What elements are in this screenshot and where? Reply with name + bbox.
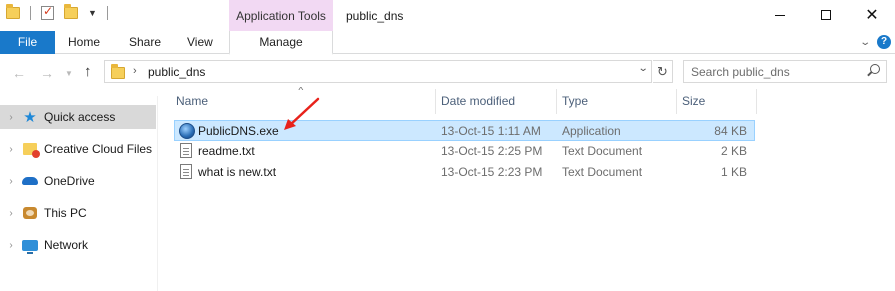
tab-share[interactable]: Share [129, 31, 161, 54]
file-type: Application [562, 124, 621, 138]
breadcrumb-separator-icon[interactable]: › [133, 65, 137, 77]
column-header-name[interactable]: Name [176, 89, 208, 114]
sidebar-item-network[interactable]: › Network [0, 233, 156, 257]
window-title: public_dns [346, 9, 404, 23]
sidebar-item-quick-access[interactable]: › ★ Quick access [0, 105, 156, 129]
creative-cloud-icon [22, 141, 40, 158]
file-name: PublicDNS.exe [198, 124, 279, 138]
quick-access-toolbar: ▼ [6, 4, 108, 20]
properties-icon[interactable] [41, 4, 54, 20]
customize-toolbar-arrow-icon[interactable]: ▼ [88, 8, 97, 18]
sidebar-item-label: Network [44, 238, 89, 252]
title-bar: ▼ Application Tools public_dns ✕ [0, 0, 895, 31]
navigation-pane: › ★ Quick access › Creative Cloud Files … [0, 96, 158, 291]
new-folder-icon[interactable] [64, 4, 78, 19]
this-pc-icon [22, 205, 38, 221]
minimize-button[interactable] [757, 0, 803, 30]
forward-arrow-icon[interactable]: → [40, 65, 54, 81]
file-size: 2 KB [720, 144, 747, 158]
search-input[interactable] [684, 61, 854, 82]
sidebar-item-this-pc[interactable]: › This PC [0, 201, 156, 225]
window-controls: ✕ [757, 0, 895, 31]
sort-ascending-caret-icon: ^ [298, 86, 304, 95]
column-divider[interactable] [556, 89, 557, 114]
file-size: 84 KB [714, 124, 747, 138]
star-icon: ★ [23, 109, 37, 126]
file-date-modified: 13-Oct-15 2:23 PM [441, 165, 543, 179]
file-list: ^ Name Date modified Type Size PublicDNS… [170, 86, 895, 291]
expand-chevron-icon[interactable]: › [2, 208, 20, 219]
expand-chevron-icon[interactable]: › [2, 112, 20, 123]
ribbon-tabs: File Home Share View Manage [0, 31, 895, 55]
file-date-modified: 13-Oct-15 1:11 AM [441, 124, 541, 138]
navigation-bar: ← → ▼ ↑ › public_dns ⌄ ↻ [0, 55, 895, 89]
column-divider[interactable] [676, 89, 677, 114]
file-name: readme.txt [198, 144, 255, 158]
expand-ribbon-chevron-icon[interactable]: ⌄ [859, 37, 871, 48]
up-arrow-icon[interactable]: ↑ [84, 63, 92, 80]
address-dropdown-chevron-icon[interactable]: ⌄ [637, 63, 648, 74]
text-document-icon [180, 143, 192, 158]
table-row[interactable]: PublicDNS.exe 13-Oct-15 1:11 AM Applicat… [174, 120, 755, 141]
file-date-modified: 13-Oct-15 2:25 PM [441, 144, 543, 158]
expand-chevron-icon[interactable]: › [2, 144, 20, 155]
minimize-icon [775, 14, 785, 16]
file-type: Text Document [562, 165, 643, 179]
folder-icon[interactable] [6, 4, 20, 19]
tab-file[interactable]: File [0, 31, 55, 54]
close-button[interactable]: ✕ [849, 0, 895, 30]
table-row[interactable]: readme.txt 13-Oct-15 2:25 PM Text Docume… [174, 141, 755, 162]
expand-chevron-icon[interactable]: › [2, 176, 20, 187]
red-annotation-arrow-icon [284, 97, 320, 130]
folder-icon [111, 64, 125, 79]
search-icon [870, 64, 880, 74]
column-header-type[interactable]: Type [562, 89, 588, 114]
column-divider[interactable] [435, 89, 436, 114]
network-icon [22, 237, 38, 254]
help-icon[interactable]: ? [877, 35, 891, 49]
back-arrow-icon[interactable]: ← [12, 65, 26, 81]
maximize-icon [821, 10, 831, 20]
onedrive-icon [22, 173, 38, 189]
sidebar-item-label: Quick access [44, 110, 116, 124]
tab-view[interactable]: View [187, 31, 213, 54]
tab-manage[interactable]: Manage [229, 31, 333, 55]
table-row[interactable]: what is new.txt 13-Oct-15 2:23 PM Text D… [174, 162, 755, 183]
context-tab-group-label: Application Tools [229, 0, 333, 31]
ribbon-right-controls: ⌄ ? [859, 35, 891, 49]
close-icon: ✕ [865, 7, 879, 24]
recent-locations-chevron-icon[interactable]: ▼ [65, 69, 73, 78]
sidebar-item-label: Creative Cloud Files [44, 142, 153, 156]
search-box[interactable] [683, 60, 887, 83]
column-divider[interactable] [756, 89, 757, 114]
application-icon [179, 123, 195, 139]
breadcrumb[interactable]: public_dns [148, 65, 205, 79]
sidebar-item-label: This PC [44, 206, 87, 220]
sidebar-item-onedrive[interactable]: › OneDrive [0, 169, 156, 193]
refresh-button[interactable]: ↻ [653, 60, 673, 83]
column-header-size[interactable]: Size [682, 89, 705, 114]
file-type: Text Document [562, 144, 643, 158]
sidebar-item-creative-cloud-files[interactable]: › Creative Cloud Files [0, 137, 156, 161]
expand-chevron-icon[interactable]: › [2, 240, 20, 251]
file-name: what is new.txt [198, 165, 277, 179]
text-document-icon [180, 164, 192, 179]
file-size: 1 KB [720, 165, 747, 179]
toolbar-divider [30, 6, 31, 20]
refresh-icon: ↻ [657, 64, 668, 79]
tab-home[interactable]: Home [68, 31, 100, 54]
column-header-date-modified[interactable]: Date modified [441, 89, 515, 114]
maximize-button[interactable] [803, 0, 849, 30]
address-bar[interactable]: › public_dns ⌄ [104, 60, 652, 83]
toolbar-divider [106, 6, 108, 20]
sidebar-item-label: OneDrive [44, 174, 95, 188]
